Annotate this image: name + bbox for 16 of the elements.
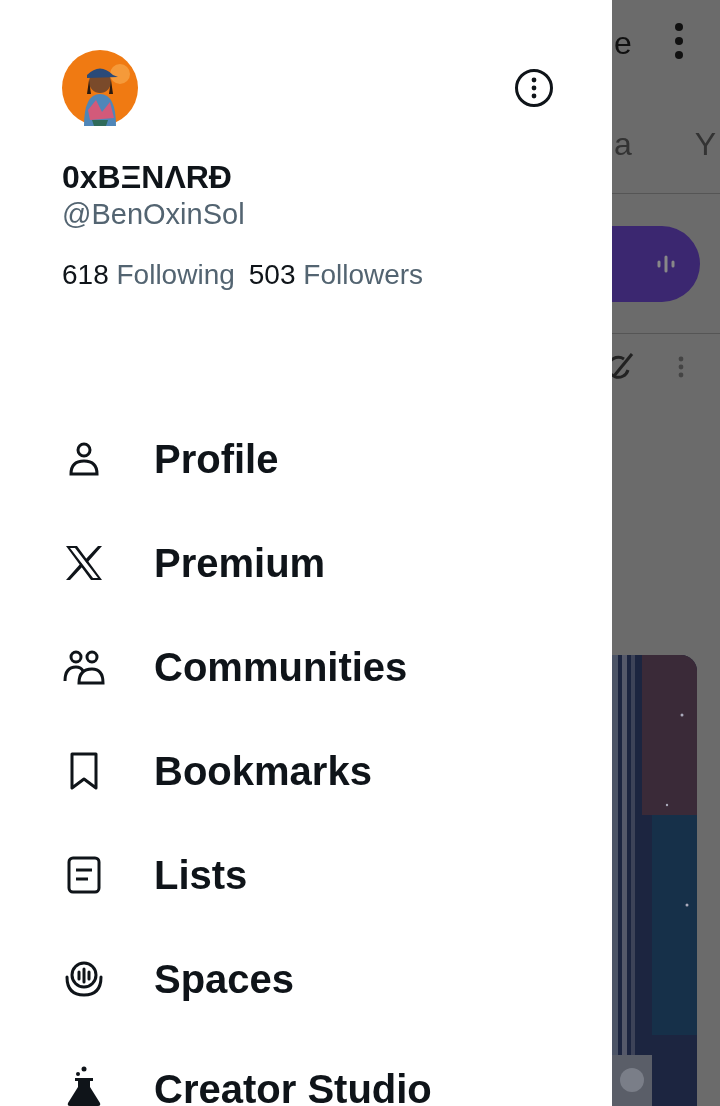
more-icon: [514, 68, 554, 108]
menu-item[interactable]: Lists: [62, 823, 551, 927]
more-icon: [677, 354, 685, 380]
menu-item[interactable]: Communities: [62, 615, 551, 719]
header-text: e: [614, 25, 632, 62]
follow-stat-link[interactable]: 618 Following: [62, 258, 235, 292]
more-options-button[interactable]: [514, 68, 554, 108]
menu-item[interactable]: Premium: [62, 511, 551, 615]
menu-item[interactable]: Bookmarks: [62, 719, 551, 823]
menu-item[interactable]: Spaces: [62, 927, 551, 1031]
more-icon: [674, 20, 684, 61]
menu-item[interactable]: Creator Studio: [62, 1031, 551, 1106]
follow-stat-link[interactable]: 503 Followers: [248, 258, 424, 292]
user-handle: @BenOxinSol: [62, 197, 246, 232]
menu-item[interactable]: Profile: [62, 407, 551, 511]
display-name: 0xBΞNΛRĐ: [62, 158, 233, 196]
